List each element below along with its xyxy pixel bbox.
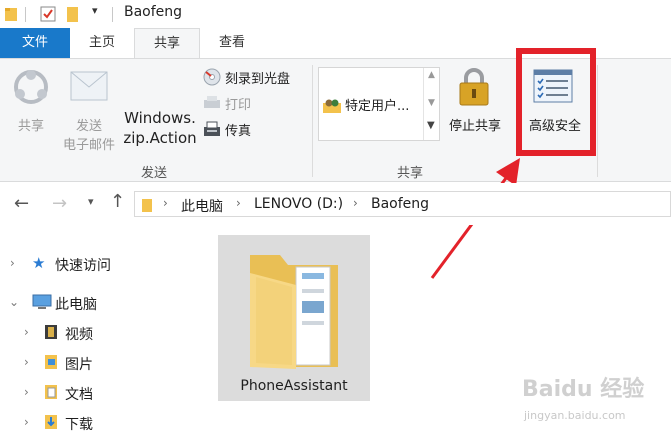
breadcrumb-arrow-icon[interactable]: › — [236, 196, 241, 210]
printer-icon-disabled — [203, 96, 221, 114]
nav-downloads[interactable]: 下载 — [65, 414, 93, 434]
specific-users-label: 特定用户... — [345, 99, 410, 114]
list-scrollbar[interactable]: ▲ ▼ ▼ — [423, 68, 440, 140]
nav-videos[interactable]: 视频 — [65, 324, 93, 344]
fax-icon — [203, 121, 221, 141]
disc-icon — [203, 68, 221, 90]
navigation-row: ← → ▾ ↑ › 此电脑 › LENOVO (D:) › Baofeng — [0, 183, 671, 225]
nav-quick-access[interactable]: 快速访问 — [55, 255, 111, 275]
folder-name: PhoneAssistant — [240, 378, 348, 394]
tab-home[interactable]: 主页 — [70, 28, 134, 58]
scroll-down-icon[interactable]: ▼ — [428, 98, 435, 108]
nav-documents[interactable]: 文档 — [65, 384, 93, 404]
burn-to-disc-button[interactable]: 刻录到光盘 — [203, 67, 307, 87]
share-label: 共享 — [17, 119, 44, 134]
breadcrumb-drive[interactable]: LENOVO (D:) — [254, 196, 343, 212]
star-icon: ★ — [32, 254, 46, 272]
highlight-box — [516, 48, 596, 156]
video-folder-icon — [44, 324, 58, 344]
recent-locations-chevron-icon[interactable]: ▾ — [88, 195, 94, 208]
tab-view[interactable]: 查看 — [200, 28, 264, 58]
email-label-line1: 发送 — [75, 119, 102, 134]
zip-button[interactable]: Windows. zip.Action — [122, 109, 198, 149]
expand-chevron-icon[interactable]: › — [24, 325, 29, 339]
stop-sharing-button[interactable]: 停止共享 — [444, 63, 506, 137]
documents-folder-icon — [44, 384, 58, 404]
lock-icon — [457, 67, 491, 111]
new-folder-icon[interactable] — [66, 5, 80, 27]
properties-checkbox-icon[interactable] — [40, 6, 56, 26]
folder-tile[interactable]: PhoneAssistant — [218, 235, 370, 401]
email-button[interactable]: 发送 电子邮件 — [58, 65, 120, 153]
address-bar[interactable]: › 此电脑 › LENOVO (D:) › Baofeng — [134, 191, 671, 217]
send-group-label: 发送 — [141, 166, 168, 181]
pictures-folder-icon — [44, 354, 58, 374]
users-icon — [323, 95, 341, 117]
customize-quick-access-icon[interactable]: ▾ — [92, 4, 98, 17]
watermark-url: jingyan.baidu.com — [524, 409, 626, 422]
breadcrumb-arrow-icon[interactable]: › — [163, 196, 168, 210]
collapse-chevron-icon[interactable]: ⌄ — [9, 295, 19, 309]
print-button[interactable]: 打印 — [203, 93, 283, 113]
address-folder-icon — [141, 197, 155, 217]
fax-button[interactable]: 传真 — [203, 119, 283, 139]
envelope-icon — [70, 71, 108, 105]
expand-list-icon[interactable]: ▼ — [427, 120, 435, 131]
watermark-brand: Baidu 经验 — [522, 377, 645, 402]
downloads-folder-icon — [44, 414, 58, 434]
fax-label: 传真 — [225, 124, 252, 139]
share-icon — [13, 69, 49, 109]
print-label: 打印 — [225, 98, 252, 113]
up-arrow-icon[interactable]: ↑ — [110, 191, 125, 212]
share-button[interactable]: 共享 — [8, 65, 54, 134]
nav-this-pc[interactable]: 此电脑 — [55, 294, 97, 314]
email-label-line2: 电子邮件 — [62, 138, 115, 153]
back-arrow-icon[interactable]: ← — [14, 193, 29, 214]
computer-icon — [32, 294, 52, 314]
group-separator — [597, 65, 598, 177]
share-with-list[interactable]: 特定用户... ▲ ▼ ▼ — [318, 67, 440, 141]
navigation-pane: › ★ 快速访问 ⌄ 此电脑 › 视频 › 图片 › 文档 › 下载 — [0, 226, 210, 438]
expand-chevron-icon[interactable]: › — [24, 385, 29, 399]
tab-file[interactable]: 文件 — [0, 28, 70, 58]
large-folder-icon — [246, 249, 342, 375]
nav-pictures[interactable]: 图片 — [65, 354, 93, 374]
breadcrumb-arrow-icon[interactable]: › — [353, 196, 358, 210]
expand-chevron-icon[interactable]: › — [24, 355, 29, 369]
scroll-up-icon[interactable]: ▲ — [428, 70, 435, 80]
title-bar: ▾ Baofeng — [0, 0, 671, 28]
window-title: Baofeng — [124, 4, 183, 20]
group-separator — [312, 65, 313, 177]
burn-label: 刻录到光盘 — [225, 72, 291, 87]
stop-sharing-label: 停止共享 — [448, 119, 501, 134]
expand-chevron-icon[interactable]: › — [10, 256, 15, 270]
tab-share[interactable]: 共享 — [134, 28, 200, 59]
breadcrumb-current-folder[interactable]: Baofeng — [371, 196, 429, 212]
zip-label-line1: Windows. — [124, 109, 196, 127]
expand-chevron-icon[interactable]: › — [24, 415, 29, 429]
forward-arrow-icon[interactable]: → — [52, 193, 67, 214]
zip-label-line2: zip.Action — [123, 129, 197, 147]
folder-icon — [4, 6, 18, 26]
breadcrumb-this-pc[interactable]: 此电脑 — [181, 196, 223, 216]
watermark: Baidu 经验 jingyan.baidu.com — [520, 365, 670, 435]
